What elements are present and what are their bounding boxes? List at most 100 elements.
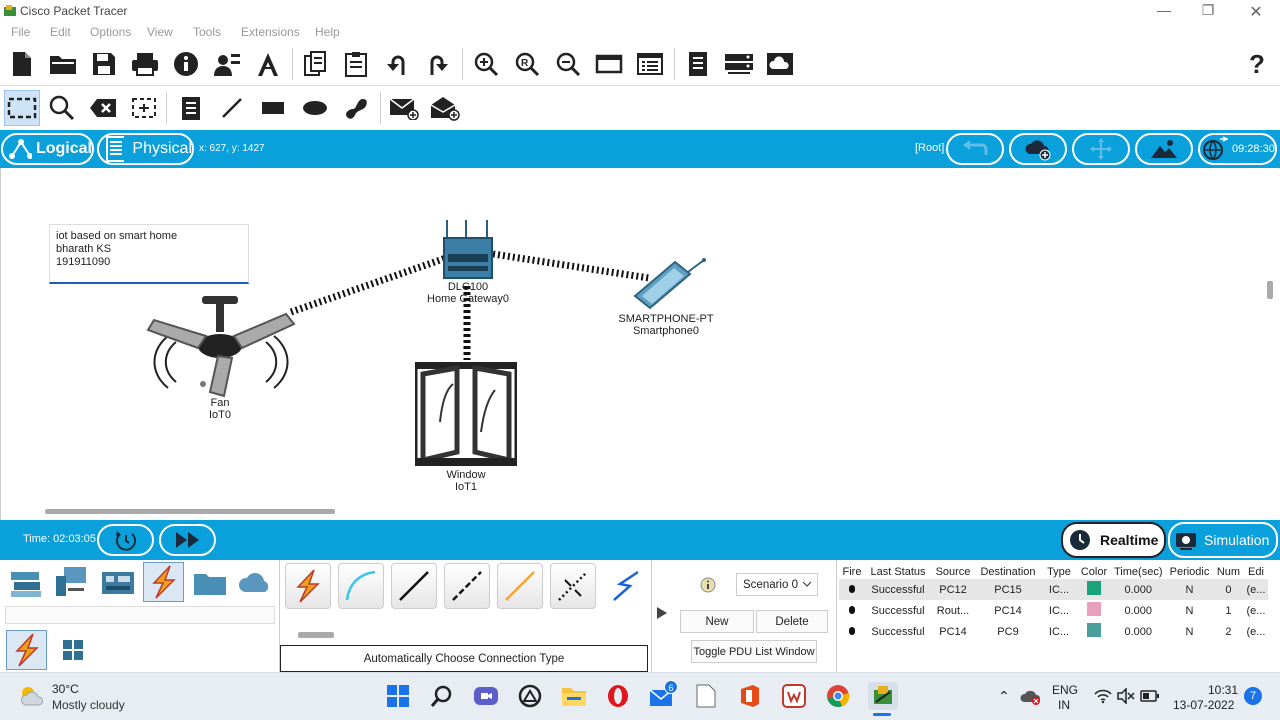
edit-cell[interactable]: (e... [1243,600,1268,621]
taskbar-office-button[interactable] [736,682,764,710]
column-header[interactable]: Time(sec) [1111,564,1165,579]
paste-button[interactable] [339,47,373,81]
redo-button[interactable] [421,47,455,81]
vertical-scrollbar[interactable] [1267,281,1273,299]
connections-category-button[interactable] [143,562,184,602]
phone-cable-button[interactable] [550,563,596,609]
console-cable-button[interactable] [338,563,384,609]
taskbar-opera-button[interactable] [604,682,632,710]
link-gateway-smartphone[interactable] [492,250,650,282]
back-button[interactable] [946,133,1004,165]
column-header[interactable]: Last Status [865,564,931,579]
minimize-button[interactable]: — [1146,2,1182,20]
menu-edit[interactable]: Edit [50,25,71,39]
delete-scenario-button[interactable]: Delete [756,610,828,633]
miscellaneous-category-icon[interactable] [192,564,228,600]
window-device-icon[interactable] [415,362,517,466]
edit-cell[interactable]: (e... [1243,621,1268,642]
onedrive-error-icon[interactable] [1020,688,1042,706]
delete-tool-button[interactable] [86,91,120,125]
notification-badge[interactable]: 7 [1244,687,1262,705]
viewport-button[interactable]: 09:28:30 [1198,133,1277,165]
table-row[interactable]: Successful PC12 PC15 IC... 0.000 N 0 (e.… [839,579,1269,600]
connection-subtype-button[interactable] [6,630,47,670]
drawing-palette-button[interactable] [592,47,626,81]
menu-tools[interactable]: Tools [193,25,221,39]
column-header[interactable]: Source [931,564,975,579]
column-header[interactable]: Num [1213,564,1243,579]
menu-options[interactable]: Options [90,25,131,39]
fire-cell[interactable] [839,600,865,621]
scenario-info-icon[interactable] [700,577,716,593]
add-complex-pdu-button[interactable] [428,91,462,125]
wifi-icon[interactable] [1094,688,1112,704]
new-cluster-button[interactable] [1009,133,1067,165]
ceiling-fan-icon[interactable] [146,292,296,398]
simulation-mode-button[interactable]: Simulation [1168,522,1278,558]
taskbar-search-button[interactable] [428,682,456,710]
undo-button[interactable] [380,47,414,81]
column-header[interactable]: Fire [839,564,865,579]
connections-scrollbar[interactable] [298,632,334,638]
network-devices-category-icon[interactable] [8,564,44,600]
copy-button[interactable] [298,47,332,81]
fiber-cable-button[interactable] [497,563,543,609]
smartphone-icon[interactable] [630,256,708,314]
taskbar-clock-date[interactable]: 13-07-2022 [1173,698,1234,712]
print-button[interactable] [128,47,162,81]
save-button[interactable] [87,47,121,81]
expand-arrow-icon[interactable] [656,606,668,620]
set-background-button[interactable] [1135,133,1193,165]
column-header[interactable]: Periodic [1165,564,1213,579]
power-cycle-button[interactable] [97,524,154,556]
language-indicator[interactable]: ENG [1052,683,1078,697]
custom-device-button[interactable] [633,47,667,81]
cloudy-weather-icon[interactable] [18,683,46,707]
multiuser-cloud-category-icon[interactable] [237,564,273,600]
cloud-console-button[interactable] [763,47,797,81]
logical-workspace[interactable] [0,168,1280,520]
fast-forward-button[interactable] [159,524,216,556]
components-category-icon[interactable] [100,564,136,600]
copper-straight-button[interactable] [391,563,437,609]
freeform-button[interactable] [339,91,373,125]
column-header[interactable]: Edi [1243,564,1268,579]
user-profile-button[interactable] [210,47,244,81]
start-button[interactable] [384,682,412,710]
taskbar-chrome-button[interactable] [824,682,852,710]
auto-connection-button[interactable] [285,563,331,609]
edit-cell[interactable]: (e... [1243,579,1268,600]
inspect-tool-button[interactable] [45,91,79,125]
column-header[interactable]: Color [1077,564,1111,579]
draw-rectangle-button[interactable] [256,91,290,125]
fire-cell[interactable] [839,621,865,642]
taskbar-teams-button[interactable] [472,682,500,710]
resize-tool-button[interactable] [127,91,161,125]
column-header[interactable]: Destination [975,564,1041,579]
draw-line-button[interactable] [215,91,249,125]
draw-ellipse-button[interactable] [298,91,332,125]
coaxial-cable-button[interactable] [603,563,649,609]
device-search-field[interactable] [5,606,275,624]
place-note-button[interactable] [174,91,208,125]
realtime-mode-button[interactable]: Realtime [1061,522,1166,558]
network-info-button[interactable] [251,47,285,81]
open-button[interactable] [46,47,80,81]
menu-file[interactable]: File [11,25,30,39]
close-button[interactable]: ✕ [1238,2,1274,21]
region-indicator[interactable]: IN [1058,698,1070,712]
zoom-in-button[interactable] [469,47,503,81]
speaker-muted-icon[interactable] [1117,688,1135,704]
taskbar-mail-button[interactable]: 6 [648,680,678,710]
weather-temperature[interactable]: 30°C [52,682,79,696]
taskbar-notepad-button[interactable] [692,682,720,710]
network-devices-button[interactable] [722,47,756,81]
home-gateway-icon[interactable] [442,220,494,282]
scenario-select[interactable]: Scenario 0 [736,573,818,596]
fire-cell[interactable] [839,579,865,600]
show-hidden-icons-button[interactable]: ⌃ [998,688,1010,705]
add-simple-pdu-button[interactable] [387,91,421,125]
new-scenario-button[interactable]: New [680,610,754,633]
horizontal-scrollbar[interactable] [45,509,335,514]
physical-tab[interactable]: Physical [97,133,194,165]
